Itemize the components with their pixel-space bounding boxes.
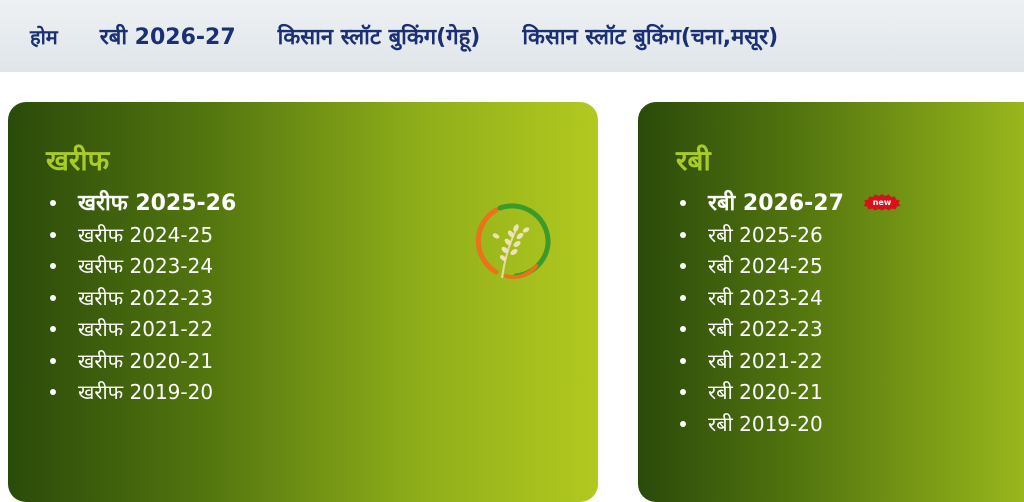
kharif-panel: खरीफ खरीफ 2025-26 खरीफ 2024-25 खरीफ 2023… <box>8 102 598 502</box>
list-item: खरीफ 2022-23 <box>46 283 598 315</box>
list-item: रबी 2026-27 new <box>676 188 1024 220</box>
rabi-panel: रबी रबी 2026-27 new रबी 2025-26 रबी 2024… <box>638 102 1024 502</box>
list-item: रबी 2024-25 <box>676 251 1024 283</box>
list-item: रबी 2022-23 <box>676 314 1024 346</box>
rabi-2026-27-link[interactable]: रबी 2026-27 <box>708 191 844 216</box>
nav-slot-booking-gram-lentil-link[interactable]: किसान स्लॉट बुकिंग(चना,मसूर) <box>522 21 778 51</box>
rabi-2019-20-link[interactable]: रबी 2019-20 <box>708 412 823 436</box>
rabi-panel-title: रबी <box>676 144 711 177</box>
kharif-panel-title: खरीफ <box>46 144 110 177</box>
rabi-2025-26-link[interactable]: रबी 2025-26 <box>708 223 823 247</box>
list-item: रबी 2019-20 <box>676 409 1024 441</box>
kharif-2020-21-link[interactable]: खरीफ 2020-21 <box>78 349 213 373</box>
top-navbar: होम रबी 2026-27 किसान स्लॉट बुकिंग(गेहू)… <box>0 0 1024 72</box>
rabi-2023-24-link[interactable]: रबी 2023-24 <box>708 286 823 310</box>
kharif-2021-22-link[interactable]: खरीफ 2021-22 <box>78 317 213 341</box>
rabi-2022-23-link[interactable]: रबी 2022-23 <box>708 317 823 341</box>
kharif-2025-26-link[interactable]: खरीफ 2025-26 <box>78 191 236 216</box>
list-item: रबी 2023-24 <box>676 283 1024 315</box>
kharif-2024-25-link[interactable]: खरीफ 2024-25 <box>78 223 213 247</box>
wheat-emblem-icon <box>475 203 551 280</box>
list-item: रबी 2025-26 <box>676 220 1024 252</box>
list-item: खरीफ 2020-21 <box>46 346 598 378</box>
list-item: रबी 2021-22 <box>676 346 1024 378</box>
list-item: खरीफ 2021-22 <box>46 314 598 346</box>
rabi-2020-21-link[interactable]: रबी 2020-21 <box>708 380 823 404</box>
kharif-2019-20-link[interactable]: खरीफ 2019-20 <box>78 380 213 404</box>
new-badge-text: new <box>872 198 891 207</box>
nav-slot-booking-wheat-link[interactable]: किसान स्लॉट बुकिंग(गेहू) <box>278 21 481 51</box>
list-item: खरीफ 2019-20 <box>46 377 598 409</box>
rabi-season-list: रबी 2026-27 new रबी 2025-26 रबी 2024-25 … <box>676 188 1024 440</box>
nav-home-link[interactable]: होम <box>30 23 58 50</box>
rabi-2021-22-link[interactable]: रबी 2021-22 <box>708 349 823 373</box>
rabi-2024-25-link[interactable]: रबी 2024-25 <box>708 254 823 278</box>
list-item: रबी 2020-21 <box>676 377 1024 409</box>
kharif-2022-23-link[interactable]: खरीफ 2022-23 <box>78 286 213 310</box>
new-badge-icon: new <box>863 194 901 211</box>
nav-rabi-2026-27-link[interactable]: रबी 2026-27 <box>100 21 236 51</box>
kharif-2023-24-link[interactable]: खरीफ 2023-24 <box>78 254 213 278</box>
